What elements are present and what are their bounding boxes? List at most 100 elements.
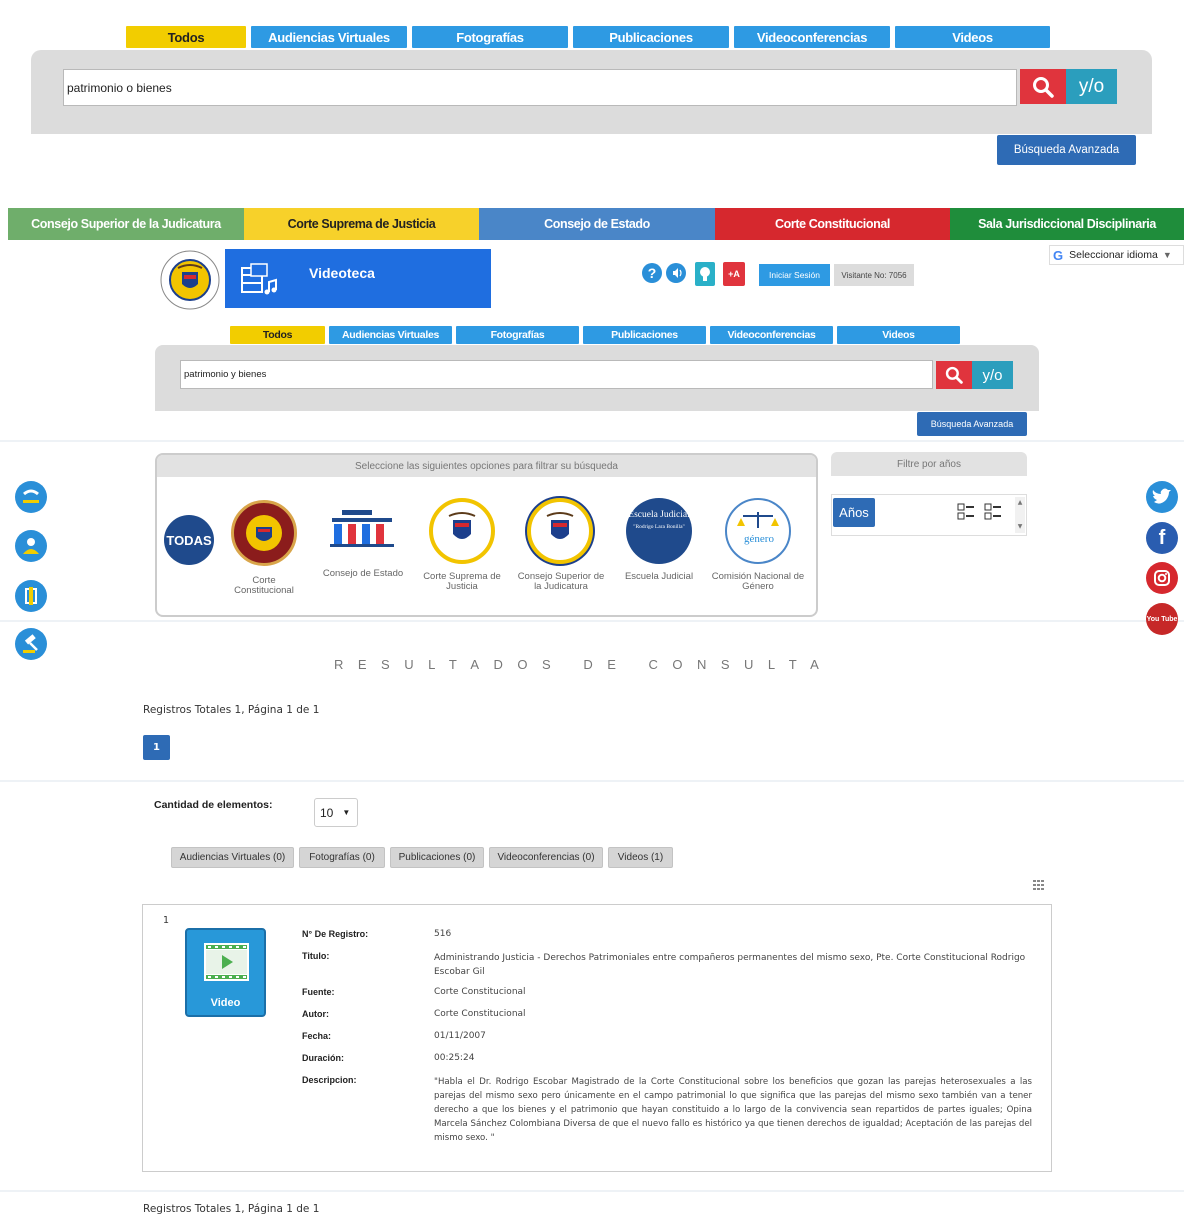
filter-panel-title: Seleccione las siguientes opciones para … [157, 455, 816, 477]
consejo-superior-logo[interactable] [527, 498, 593, 564]
top-tab-publicaciones[interactable]: Publicaciones [573, 26, 729, 48]
twitter-icon[interactable] [1146, 481, 1178, 513]
side-library-icon[interactable] [15, 481, 47, 513]
comision-genero-logo[interactable]: género [725, 498, 791, 564]
top-search-button[interactable] [1020, 69, 1066, 104]
top-advanced-search-button[interactable]: Búsqueda Avanzada [997, 135, 1136, 165]
results-totals: Registros Totales 1, Página 1 de 1 [143, 704, 320, 716]
pagination-page-1[interactable]: 1 [143, 735, 170, 760]
items-count-label: Cantidad de elementos: [154, 799, 273, 811]
bg-decoration [0, 1190, 1184, 1192]
result-tab-audiencias[interactable]: Audiencias Virtuales (0) [171, 847, 294, 868]
org-label-comision-genero: Comisión Nacional de Género [711, 571, 805, 592]
language-selector[interactable]: G Seleccionar idioma ▼ [1049, 245, 1184, 265]
escuela-logo-text: Escuela Judicial [628, 510, 690, 520]
corp-corte-suprema[interactable]: Corte Suprema de Justicia [244, 208, 479, 240]
field-value-titulo: Administrando Justicia - Derechos Patrim… [434, 953, 1026, 977]
year-scrollbar[interactable]: ▲ ▼ [1015, 497, 1025, 533]
inner-yo-toggle[interactable]: y/o [972, 361, 1013, 389]
results-heading: RESULTADOS DE CONSULTA [334, 657, 834, 672]
field-label-titulo: Titulo: [302, 951, 330, 961]
corp-sala-disciplinaria[interactable]: Sala Jurisdiccional Disciplinaria [950, 208, 1184, 240]
instagram-icon[interactable] [1146, 562, 1178, 594]
result-tab-videos[interactable]: Videos (1) [608, 847, 673, 868]
result-tab-videoconferencias[interactable]: Videoconferencias (0) [489, 847, 603, 868]
inner-advanced-search-button[interactable]: Búsqueda Avanzada [917, 412, 1027, 436]
top-yo-toggle[interactable]: y/o [1066, 69, 1117, 104]
inner-tab-todos[interactable]: Todos [230, 326, 325, 344]
org-label-corte-suprema: Corte Suprema de Justicia [423, 571, 501, 592]
field-label-fecha: Fecha: [302, 1031, 332, 1041]
items-count-select[interactable]: 10 ▼ [314, 798, 358, 827]
audio-icon[interactable] [666, 263, 686, 283]
search-icon [1033, 76, 1054, 98]
facebook-icon[interactable]: f [1146, 522, 1178, 554]
inner-tab-audiencias[interactable]: Audiencias Virtuales [329, 326, 452, 344]
side-gavel-icon[interactable] [15, 628, 47, 660]
corp-consejo-estado[interactable]: Consejo de Estado [479, 208, 715, 240]
lightbulb-icon[interactable] [695, 262, 715, 286]
checklist-icon[interactable] [957, 502, 1005, 522]
top-tab-videos[interactable]: Videos [895, 26, 1050, 48]
language-selector-label: Seleccionar idioma [1069, 249, 1158, 261]
field-label-descripcion: Descripcion: [302, 1075, 357, 1085]
results-bottom-totals: Registros Totales 1, Página 1 de 1 [143, 1203, 320, 1215]
bg-decoration [0, 620, 1184, 622]
video-icon [204, 943, 249, 981]
items-count-value: 10 [320, 805, 334, 820]
inner-tab-publicaciones[interactable]: Publicaciones [583, 326, 706, 344]
org-label-escuela-judicial: Escuela Judicial [624, 571, 694, 582]
grid-view-icon[interactable] [1033, 875, 1045, 890]
inner-tab-videos[interactable]: Videos [837, 326, 960, 344]
field-value-descripcion: "Habla el Dr. Rodrigo Escobar Magistrado… [434, 1077, 1032, 1143]
side-justice-icon[interactable] [15, 580, 47, 612]
side-person-icon[interactable] [15, 530, 47, 562]
bg-decoration [0, 780, 1184, 782]
years-button[interactable]: Años [833, 498, 875, 527]
result-index: 1 [163, 915, 170, 926]
help-icon[interactable]: ? [642, 263, 662, 283]
videoteca-banner: Videoteca [225, 249, 491, 308]
inner-tab-videoconferencias[interactable]: Videoconferencias [710, 326, 833, 344]
search-icon [945, 366, 963, 384]
corp-consejo-superior[interactable]: Consejo Superior de la Judicatura [8, 208, 244, 240]
inner-search-button[interactable] [936, 361, 972, 389]
google-icon: G [1053, 247, 1064, 263]
video-type-label: Video [210, 997, 241, 1009]
escuela-judicial-logo[interactable]: Escuela Judicial "Rodrigo Lara Bonilla" [626, 498, 692, 564]
field-value-autor: Corte Constitucional [434, 1009, 526, 1019]
corp-corte-constitucional[interactable]: Corte Constitucional [715, 208, 950, 240]
chevron-down-icon: ▼ [342, 808, 351, 817]
field-value-registro: 516 [434, 929, 452, 939]
field-label-duracion: Duración: [302, 1053, 345, 1063]
field-label-registro: N° De Registro: [302, 929, 369, 939]
visitor-counter: Visitante No: 7056 [834, 264, 914, 286]
top-tab-videoconferencias[interactable]: Videoconferencias [734, 26, 890, 48]
escuela-logo-subtext: "Rodrigo Lara Bonilla" [633, 524, 685, 530]
video-type-button[interactable]: Video [185, 928, 266, 1017]
font-size-button[interactable]: +A [723, 262, 745, 286]
inner-search-input[interactable]: patrimonio y bienes [180, 360, 933, 389]
youtube-icon[interactable]: You Tube [1146, 603, 1178, 635]
rama-judicial-seal [156, 248, 224, 312]
videoteca-title: Videoteca [309, 265, 375, 281]
top-tab-fotografias[interactable]: Fotografías [412, 26, 568, 48]
corte-suprema-logo[interactable] [429, 498, 495, 564]
top-tab-audiencias[interactable]: Audiencias Virtuales [251, 26, 407, 48]
field-label-autor: Autor: [302, 1009, 329, 1019]
result-tab-publicaciones[interactable]: Publicaciones (0) [390, 847, 484, 868]
chevron-down-icon: ▼ [1162, 250, 1172, 260]
login-button[interactable]: Iniciar Sesión [759, 264, 830, 286]
field-value-duracion: 00:25:24 [434, 1053, 475, 1063]
top-search-input[interactable]: patrimonio o bienes [63, 69, 1017, 106]
filter-todas-button[interactable]: TODAS [164, 515, 214, 565]
org-label-consejo-estado: Consejo de Estado [322, 568, 404, 579]
year-filter-title: Filtre por años [831, 452, 1027, 476]
corte-constitucional-logo[interactable] [231, 500, 297, 566]
result-tab-fotografias[interactable]: Fotografías (0) [299, 847, 385, 868]
film-music-icon [241, 263, 277, 295]
consejo-estado-logo[interactable] [328, 508, 398, 548]
inner-tab-fotografias[interactable]: Fotografías [456, 326, 579, 344]
org-label-consejo-superior: Consejo Superior de la Judicatura [517, 571, 605, 592]
top-tab-todos[interactable]: Todos [126, 26, 246, 48]
